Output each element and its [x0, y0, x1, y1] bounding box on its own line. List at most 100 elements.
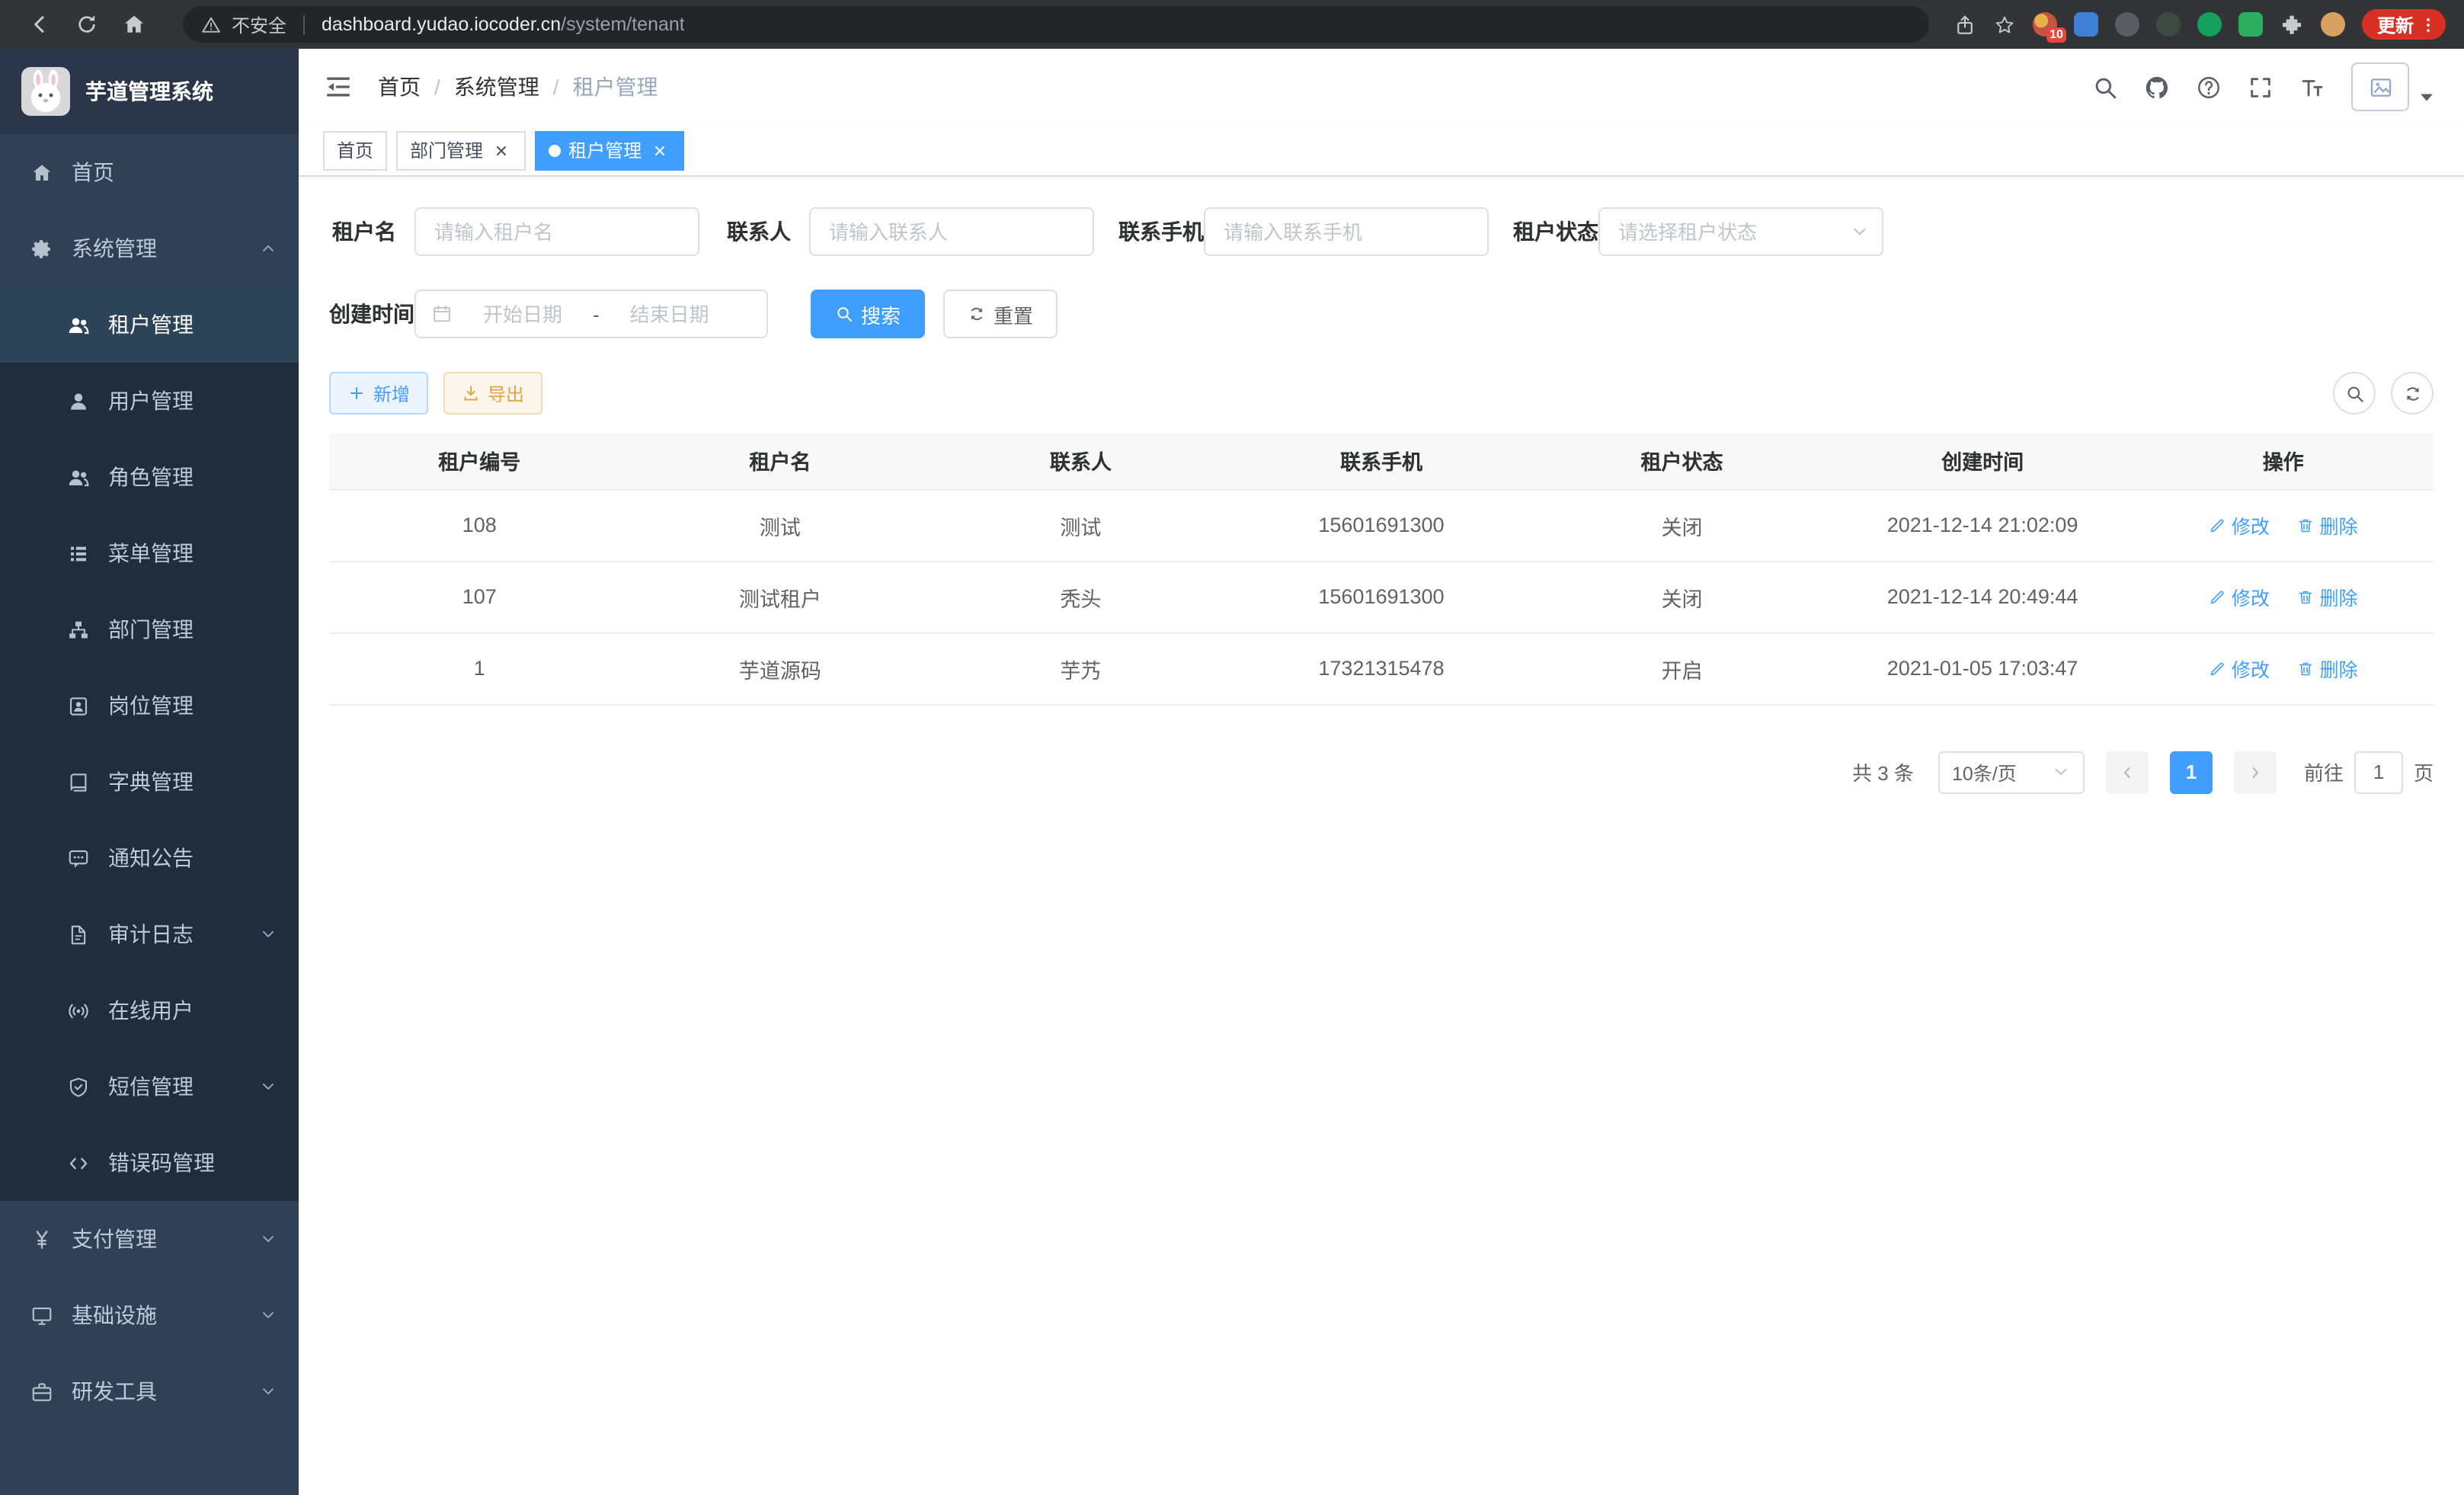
- url-host: dashboard.yudao.iocoder.cn: [322, 14, 561, 35]
- cell-phone: 15601691300: [1231, 561, 1532, 632]
- browser-menu-icon[interactable]: [2418, 14, 2438, 34]
- close-icon[interactable]: [491, 139, 512, 161]
- edit-link[interactable]: 修改: [2209, 582, 2270, 611]
- breadcrumb-system-mgmt[interactable]: 系统管理: [454, 72, 539, 102]
- browser-back-icon[interactable]: [27, 12, 52, 37]
- header-search-icon[interactable]: [2092, 74, 2118, 100]
- sidebar-item-dev-tools[interactable]: 研发工具: [0, 1353, 299, 1429]
- status-select[interactable]: [1598, 207, 1883, 256]
- filter-create-time: 创建时间 -: [329, 290, 768, 338]
- extension-icon[interactable]: [2074, 12, 2098, 37]
- sidebar-item-post-mgmt[interactable]: 岗位管理: [0, 667, 299, 744]
- delete-link[interactable]: 删除: [2296, 654, 2357, 683]
- start-date-input[interactable]: [459, 303, 587, 325]
- add-button[interactable]: 新增: [329, 372, 428, 415]
- end-date-input[interactable]: [606, 303, 734, 325]
- sidebar-item-role-mgmt[interactable]: 角色管理: [0, 439, 299, 515]
- page-number-1[interactable]: 1: [2170, 751, 2213, 793]
- pagination: 共 3 条 10条/页 1 前往 页: [329, 751, 2434, 793]
- extension-icon[interactable]: 10: [2033, 12, 2057, 37]
- sidebar-item-sms-mgmt[interactable]: 短信管理: [0, 1048, 299, 1125]
- edit-link[interactable]: 修改: [2209, 654, 2270, 683]
- github-icon[interactable]: [2144, 74, 2170, 100]
- app-logo[interactable]: 芋道管理系统: [0, 49, 299, 134]
- sidebar-item-payment-mgmt[interactable]: 支付管理: [0, 1201, 299, 1277]
- table-header-row: 租户编号 租户名 联系人 联系手机 租户状态 创建时间 操作: [329, 433, 2434, 489]
- contact-input[interactable]: [809, 207, 1094, 256]
- search-button[interactable]: 搜索: [811, 290, 925, 338]
- sidebar-item-audit-log[interactable]: 审计日志: [0, 896, 299, 972]
- not-secure-warning-icon[interactable]: [201, 14, 221, 34]
- next-page-button[interactable]: [2234, 751, 2277, 793]
- date-range-picker[interactable]: -: [414, 290, 768, 338]
- edit-link[interactable]: 修改: [2209, 511, 2270, 539]
- extension-icon[interactable]: [2115, 12, 2139, 37]
- sidebar-item-label: 租户管理: [108, 309, 194, 340]
- cell-tenant-id: 108: [329, 489, 630, 561]
- share-icon[interactable]: [1954, 13, 1976, 36]
- sidebar-item-online-users[interactable]: 在线用户: [0, 972, 299, 1048]
- breadcrumb-home[interactable]: 首页: [378, 72, 421, 102]
- delete-link[interactable]: 删除: [2296, 511, 2357, 539]
- page-size-select[interactable]: 10条/页: [1938, 751, 2085, 793]
- tenant-name-input[interactable]: [414, 207, 699, 256]
- sidebar-item-dept-mgmt[interactable]: 部门管理: [0, 591, 299, 667]
- sidebar-menu: 首页 系统管理 租户管理 用户管理: [0, 134, 299, 1495]
- column-header: 联系人: [930, 433, 1231, 489]
- hamburger-icon[interactable]: [323, 72, 354, 102]
- tab-tenant-mgmt[interactable]: 租户管理: [535, 130, 684, 170]
- tab-dept-mgmt[interactable]: 部门管理: [396, 130, 526, 170]
- browser-home-icon[interactable]: [122, 12, 146, 37]
- filter-phone: 联系手机: [1118, 207, 1489, 256]
- prev-page-button[interactable]: [2106, 751, 2149, 793]
- close-icon[interactable]: [649, 139, 670, 161]
- sidebar-item-menu-mgmt[interactable]: 菜单管理: [0, 515, 299, 591]
- extension-icon[interactable]: [2238, 12, 2263, 37]
- book-icon: [67, 770, 90, 793]
- sidebar-item-tenant-mgmt[interactable]: 租户管理: [0, 287, 299, 363]
- sidebar-item-notice[interactable]: 通知公告: [0, 820, 299, 896]
- delete-link[interactable]: 删除: [2296, 582, 2357, 611]
- extensions-puzzle-icon[interactable]: [2280, 12, 2304, 37]
- cell-status: 开启: [1531, 632, 1832, 704]
- sidebar-item-system-mgmt[interactable]: 系统管理: [0, 210, 299, 287]
- table-row: 1 芋道源码 芋艿 17321315478 开启 2021-01-05 17:0…: [329, 632, 2434, 704]
- help-icon[interactable]: [2196, 74, 2222, 100]
- reset-button-label: 重置: [994, 299, 1033, 328]
- sidebar-item-error-code-mgmt[interactable]: 错误码管理: [0, 1125, 299, 1201]
- avatar[interactable]: [2351, 62, 2409, 111]
- sidebar-item-home[interactable]: 首页: [0, 134, 299, 210]
- sidebar-item-infrastructure[interactable]: 基础设施: [0, 1277, 299, 1353]
- pagination-goto: 前往 页: [2304, 751, 2434, 793]
- sidebar-item-label: 用户管理: [108, 386, 194, 416]
- reset-button[interactable]: 重置: [943, 290, 1058, 338]
- tab-home[interactable]: 首页: [323, 130, 387, 170]
- font-size-icon[interactable]: [2299, 74, 2325, 100]
- cell-phone: 17321315478: [1231, 632, 1532, 704]
- sidebar-item-dict-mgmt[interactable]: 字典管理: [0, 744, 299, 820]
- url-text: dashboard.yudao.iocoder.cn/system/tenant: [322, 14, 685, 35]
- fullscreen-icon[interactable]: [2248, 74, 2274, 100]
- column-header: 租户编号: [329, 433, 630, 489]
- browser-reload-icon[interactable]: [75, 12, 99, 37]
- export-button[interactable]: 导出: [443, 372, 542, 415]
- browser-update-button[interactable]: 更新: [2362, 9, 2446, 40]
- sidebar-item-label: 角色管理: [108, 462, 194, 492]
- extension-icon[interactable]: [2156, 12, 2181, 37]
- bookmark-star-icon[interactable]: [1993, 13, 2016, 36]
- extension-icon[interactable]: [2197, 12, 2222, 37]
- cell-actions: 修改 删除: [2133, 632, 2434, 704]
- browser-profile-avatar[interactable]: [2321, 12, 2345, 37]
- chevron-up-icon: [259, 239, 277, 258]
- toggle-search-button[interactable]: [2333, 372, 2376, 415]
- sidebar-item-user-mgmt[interactable]: 用户管理: [0, 363, 299, 439]
- refresh-table-button[interactable]: [2391, 372, 2434, 415]
- user-avatar-menu[interactable]: [2351, 62, 2440, 111]
- document-edit-icon: [67, 923, 90, 946]
- users-icon: [67, 466, 90, 488]
- tags-view-bar: 首页 部门管理 租户管理: [299, 125, 2464, 177]
- goto-page-input[interactable]: [2354, 751, 2403, 793]
- browser-address-bar[interactable]: 不安全 dashboard.yudao.iocoder.cn/system/te…: [183, 6, 1929, 43]
- trash-icon: [2296, 587, 2315, 606]
- phone-input[interactable]: [1204, 207, 1489, 256]
